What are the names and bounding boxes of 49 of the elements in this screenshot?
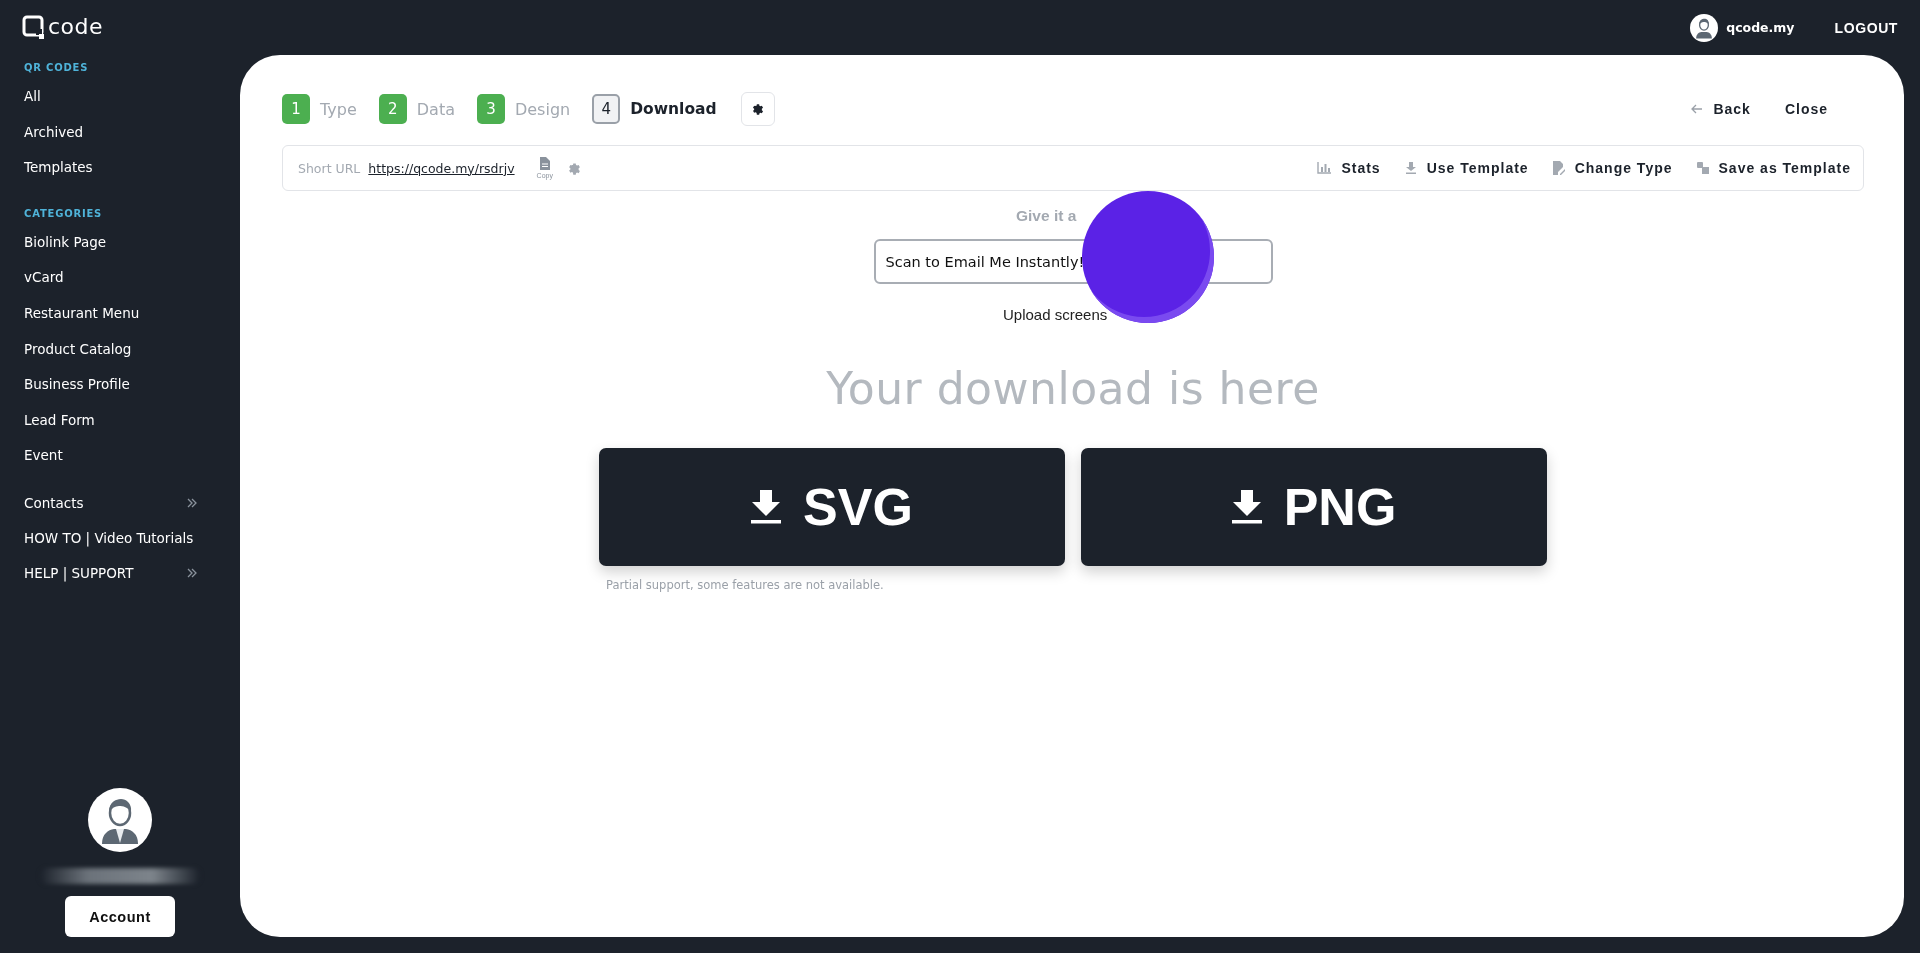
support-note: Partial support, some features are not available. [606,578,884,592]
gear-icon [750,102,765,116]
step-tab[interactable]: 4 Download [592,94,717,124]
download-button[interactable]: PNG [1081,448,1547,566]
toolbar-action[interactable]: Use Template [1404,160,1529,176]
document-icon [539,157,550,170]
sidebar-link[interactable]: HOW TO | Video Tutorials [0,520,194,556]
sidebar-item[interactable]: vCard [0,260,240,296]
sidebar-item[interactable]: Restaurant Menu [0,295,240,332]
sidebar-link[interactable]: Contacts [0,485,84,521]
avatar-icon [1690,13,1719,42]
section-heading: CATEGORIES [23,207,104,219]
sidebar-item[interactable]: Templates [0,150,240,186]
avatar-icon [88,788,152,852]
sidebar-item[interactable]: Archived [0,114,240,151]
arrow-left-icon [1691,104,1704,114]
user-name[interactable]: qcode.my [1726,20,1795,35]
back-link[interactable]: Back [1691,101,1751,117]
logo-icon [22,15,46,39]
toolbar-action[interactable]: Stats [1317,160,1381,176]
download-heading: Your download is here [826,363,1320,414]
account-button[interactable]: Account [65,896,175,937]
name-label: Give it a [1016,207,1077,226]
download-icon [1404,162,1417,174]
download-icon [751,490,782,524]
squares-icon [1696,162,1709,174]
bar-chart-icon [1317,162,1332,174]
sidebar-link[interactable]: HELP | SUPPORT [0,555,134,591]
short-url-link[interactable]: https://qcode.my/rsdrjv [368,160,515,176]
close-link[interactable]: Close [1784,101,1828,117]
sidebar-item[interactable]: Business Profile [0,367,240,403]
sidebar-item[interactable]: Product Catalog [0,331,240,368]
toolbar-action[interactable]: Change Type [1552,160,1673,176]
download-button[interactable]: SVG [599,448,1065,566]
sidebar-item[interactable]: Biolink Page [0,224,240,261]
logout-link[interactable]: LOGOUT [1834,19,1898,36]
logo-text: code [48,16,104,38]
edit-document-icon [1552,161,1565,175]
section-heading: QR CODES [23,62,90,73]
toolbar-action[interactable]: Save as Template [1696,160,1851,176]
sidebar-item[interactable]: All [0,79,240,115]
sidebar-item[interactable]: Lead Form [0,402,240,439]
double-chevron-icon[interactable] [186,497,198,510]
sidebar-item[interactable]: Event [0,438,240,474]
download-icon [1231,490,1262,524]
short-url-label: Short URL [298,160,361,176]
settings-button[interactable] [740,92,775,126]
upload-text[interactable]: Upload screens [1003,306,1108,323]
double-chevron-icon[interactable] [186,567,198,580]
